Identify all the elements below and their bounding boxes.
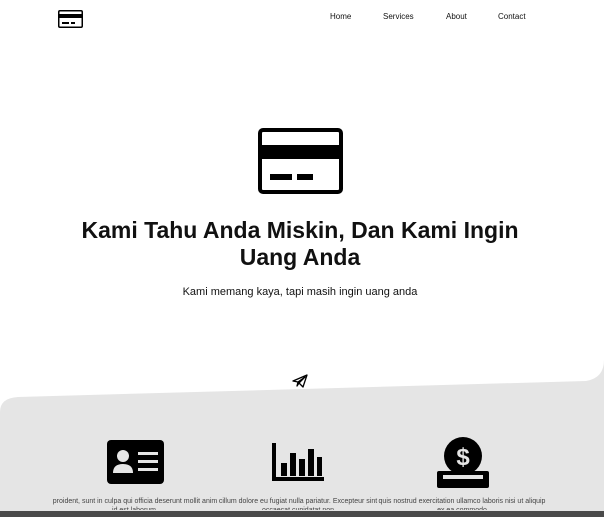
feature-text-3: quis nostrud exercitation ullamco labori…: [378, 498, 546, 510]
hero-subtitle: Kami memang kaya, tapi masih ingin uang …: [182, 286, 418, 298]
hero-title: Kami Tahu Anda Miskin, Dan Kami Ingin Ua…: [81, 217, 519, 270]
credit-card-icon: [258, 128, 343, 194]
nav-about-link[interactable]: About: [446, 12, 467, 21]
nav-home-link[interactable]: Home: [330, 12, 351, 21]
bar-chart-icon: [272, 443, 324, 481]
nav-services-link[interactable]: Services: [383, 12, 414, 21]
id-card-icon: [107, 440, 164, 484]
bottom-bar: [0, 511, 604, 517]
feature-text-1: proident, sunt in culpa qui officia dese…: [52, 498, 218, 510]
feature-text-2: cillum dolore eu fugiat nulla pariatur. …: [218, 498, 378, 510]
main-navigation: Home Services About Contact: [0, 12, 604, 24]
nav-contact-link[interactable]: Contact: [498, 12, 526, 21]
features-section-background: [0, 360, 604, 517]
dollar-hand-icon: $: [437, 437, 489, 488]
svg-text:$: $: [456, 444, 470, 471]
